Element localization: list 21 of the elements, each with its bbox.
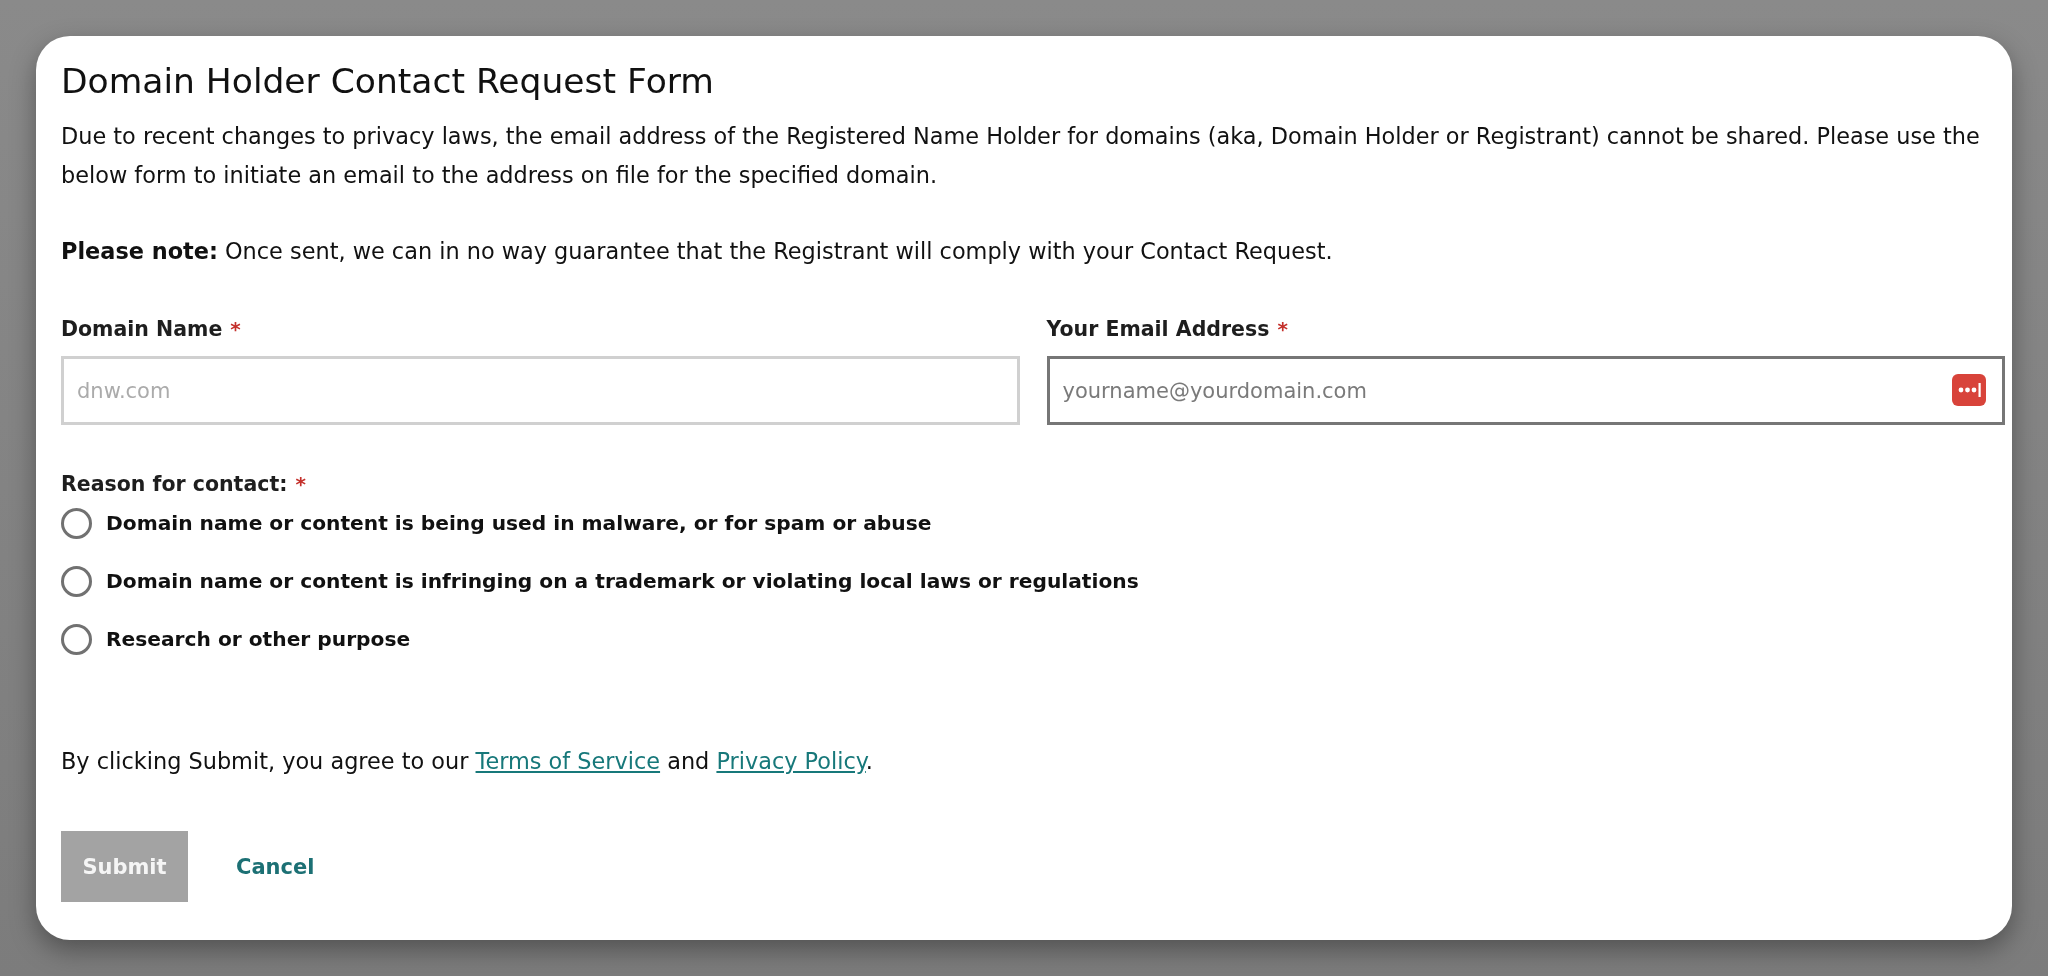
option-label[interactable]: Domain name or content is infringing on a trademark or violating local laws or regulations (106, 569, 1139, 593)
radio-button[interactable] (61, 623, 92, 655)
intro-text: Due to recent changes to privacy laws, the email address of the Registered Name Holder for domains (aka, Domain Holder or Registrant) cannot be shared. Please use the below form to initiate an email to the address on file for the specified domain. (61, 122, 1981, 190)
consent-text: By clicking Submit, you agree to our Terms of Service and Privacy Policy. (61, 747, 874, 776)
policy-link[interactable]: Terms of Service (475, 748, 661, 774)
password-dots-icon[interactable] (1952, 374, 1986, 406)
radio-button[interactable] (61, 507, 92, 539)
required-asterisk: * (295, 472, 306, 496)
policy-link[interactable]: Privacy Policy (716, 748, 866, 774)
field-label: Domain Name (61, 317, 223, 341)
form-title: Domain Holder Contact Request Form (61, 60, 715, 103)
input-field[interactable]: yourname@yourdomain.com (1046, 356, 2005, 425)
option-label[interactable]: Research or other purpose (106, 627, 411, 651)
reason-label: Reason for contact: (61, 472, 288, 496)
cancel-button[interactable]: Cancel (220, 831, 331, 902)
required-asterisk: * (230, 317, 241, 341)
option-label[interactable]: Domain name or content is being used in malware, or for spam or abuse (106, 511, 932, 535)
radio-button[interactable] (61, 565, 92, 597)
field-label: Your Email Address (1046, 317, 1270, 341)
required-asterisk: * (1277, 317, 1288, 341)
note-text: Please note: Once sent, we can in no way guarantee that the Registrant will comply with your Contact Request. (61, 237, 1334, 266)
